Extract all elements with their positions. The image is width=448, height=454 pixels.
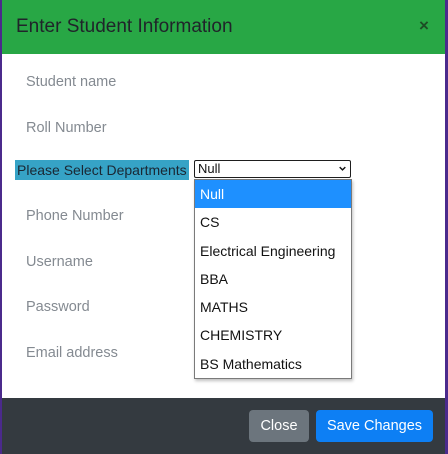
student-name-field[interactable]: Student name bbox=[26, 74, 116, 90]
username-field[interactable]: Username bbox=[26, 254, 93, 270]
dropdown-option[interactable]: Null bbox=[195, 180, 351, 209]
department-label: Please Select Departments bbox=[15, 160, 189, 180]
department-selected-value: Null bbox=[198, 161, 221, 176]
phone-number-field[interactable]: Phone Number bbox=[26, 208, 124, 224]
modal-footer: Close Save Changes bbox=[2, 398, 445, 454]
chevron-down-icon bbox=[339, 166, 346, 171]
department-dropdown-list[interactable]: Null CS Electrical Engineering BBA MATHS… bbox=[194, 179, 352, 379]
email-field[interactable]: Email address bbox=[26, 345, 118, 361]
department-select[interactable]: Null bbox=[194, 160, 351, 178]
dropdown-option[interactable]: CS bbox=[195, 208, 351, 236]
password-field[interactable]: Password bbox=[26, 299, 90, 315]
modal-title: Enter Student Information bbox=[16, 16, 233, 37]
dropdown-option[interactable]: BBA bbox=[195, 265, 351, 293]
student-info-modal: Enter Student Information × Student name… bbox=[2, 0, 445, 454]
dropdown-option[interactable]: Electrical Engineering bbox=[195, 237, 351, 265]
dropdown-option[interactable]: MATHS bbox=[195, 293, 351, 321]
roll-number-field[interactable]: Roll Number bbox=[26, 120, 107, 136]
modal-header: Enter Student Information × bbox=[2, 0, 445, 54]
close-icon[interactable]: × bbox=[413, 13, 435, 39]
save-changes-button[interactable]: Save Changes bbox=[316, 410, 433, 442]
dropdown-option[interactable]: BS Mathematics bbox=[195, 350, 351, 378]
dropdown-option[interactable]: CHEMISTRY bbox=[195, 321, 351, 349]
close-button[interactable]: Close bbox=[249, 410, 309, 442]
